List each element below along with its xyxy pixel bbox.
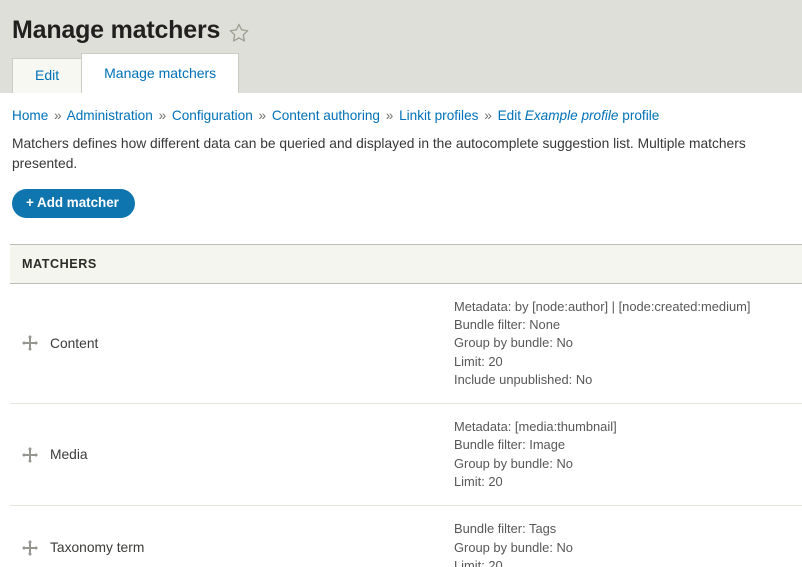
table-row[interactable]: Taxonomy term Bundle filter: Tags Group …	[10, 505, 802, 567]
matcher-name: Taxonomy term	[50, 540, 145, 556]
matcher-detail-group-by-bundle: Group by bundle: No	[454, 455, 573, 471]
tab-manage-matchers[interactable]: Manage matchers	[81, 52, 240, 93]
breadcrumb-separator: »	[158, 108, 167, 123]
tab-edit[interactable]: Edit	[12, 57, 83, 93]
matcher-detail-metadata: Metadata: [media:thumbnail]	[454, 419, 617, 435]
add-matcher-button[interactable]: + Add matcher	[12, 189, 135, 218]
matcher-details-cell: Metadata: [media:thumbnail] Bundle filte…	[442, 403, 802, 507]
breadcrumb-current-profile-name: Example profile	[524, 108, 619, 123]
table-header-row: MATCHERS	[10, 243, 802, 284]
drag-move-icon[interactable]	[22, 335, 38, 352]
page-title: Manage matchers	[12, 15, 221, 44]
matcher-label-cell: Content	[10, 283, 442, 405]
matcher-detail-metadata: Metadata: by [node:author] | [node:creat…	[454, 298, 751, 314]
matchers-table-body: Content Metadata: by [node:author] | [no…	[10, 283, 802, 567]
breadcrumb-current-prefix: Edit	[497, 108, 521, 123]
breadcrumb-separator: »	[54, 108, 62, 123]
breadcrumb-separator: »	[484, 108, 492, 123]
matchers-table-head: MATCHERS	[10, 243, 802, 284]
breadcrumb-item-administration[interactable]: Administration	[67, 108, 153, 123]
breadcrumb-separator: »	[385, 108, 394, 123]
page-description: Matchers defines how different data can …	[12, 136, 746, 171]
column-header-matchers: MATCHERS	[10, 243, 802, 284]
matcher-detail-group-by-bundle: Group by bundle: No	[454, 539, 573, 555]
add-matcher-action-row: + Add matcher	[0, 173, 802, 218]
matcher-name: Content	[50, 335, 99, 351]
title-row: Manage matchers	[0, 0, 802, 50]
page-content: Home » Administration » Configuration » …	[0, 93, 802, 567]
breadcrumb-item-content-authoring[interactable]: Content authoring	[272, 108, 380, 123]
matcher-details-cell: Metadata: by [node:author] | [node:creat…	[442, 283, 802, 405]
matchers-table-wrap: MATCHERS Content Metadata: by [node:auth…	[0, 218, 802, 567]
table-row[interactable]: Content Metadata: by [node:author] | [no…	[10, 283, 802, 405]
primary-tabs: Edit Manage matchers	[12, 52, 240, 93]
matcher-detail-bundle-filter: Bundle filter: Image	[454, 437, 566, 453]
matcher-detail-include-unpublished: Include unpublished: No	[454, 371, 593, 387]
matchers-table: MATCHERS Content Metadata: by [node:auth…	[10, 243, 802, 567]
matcher-details-list: Bundle filter: Tags Group by bundle: No …	[454, 520, 792, 567]
drag-move-icon[interactable]	[22, 539, 38, 556]
breadcrumb-item-linkit-profiles[interactable]: Linkit profiles	[399, 108, 478, 123]
breadcrumb-separator: »	[258, 108, 267, 123]
matcher-detail-limit: Limit: 20	[454, 353, 503, 369]
matcher-detail-group-by-bundle: Group by bundle: No	[454, 335, 573, 351]
matcher-name: Media	[50, 447, 88, 463]
breadcrumb-current: Edit Example profile profile	[498, 108, 660, 123]
matcher-detail-limit: Limit: 20	[454, 474, 503, 490]
drag-move-icon[interactable]	[22, 446, 38, 463]
matcher-label-cell: Taxonomy term	[10, 505, 442, 567]
page-header: Manage matchers Edit Manage matchers	[0, 0, 802, 93]
table-row[interactable]: Media Metadata: [media:thumbnail] Bundle…	[10, 403, 802, 507]
breadcrumb-item-configuration[interactable]: Configuration	[172, 108, 253, 123]
matcher-detail-limit: Limit: 20	[454, 558, 503, 567]
matcher-details-cell: Bundle filter: Tags Group by bundle: No …	[442, 505, 802, 567]
breadcrumb: Home » Administration » Configuration » …	[0, 93, 802, 125]
breadcrumb-current-suffix: profile	[622, 108, 660, 123]
matcher-details-list: Metadata: by [node:author] | [node:creat…	[454, 298, 792, 390]
matcher-detail-bundle-filter: Bundle filter: Tags	[454, 521, 557, 537]
matcher-detail-bundle-filter: Bundle filter: None	[454, 316, 561, 332]
matcher-label-cell: Media	[10, 403, 442, 507]
breadcrumb-item-home[interactable]: Home	[12, 108, 48, 123]
matcher-details-list: Metadata: [media:thumbnail] Bundle filte…	[454, 418, 792, 491]
star-outline-icon[interactable]	[228, 22, 250, 44]
